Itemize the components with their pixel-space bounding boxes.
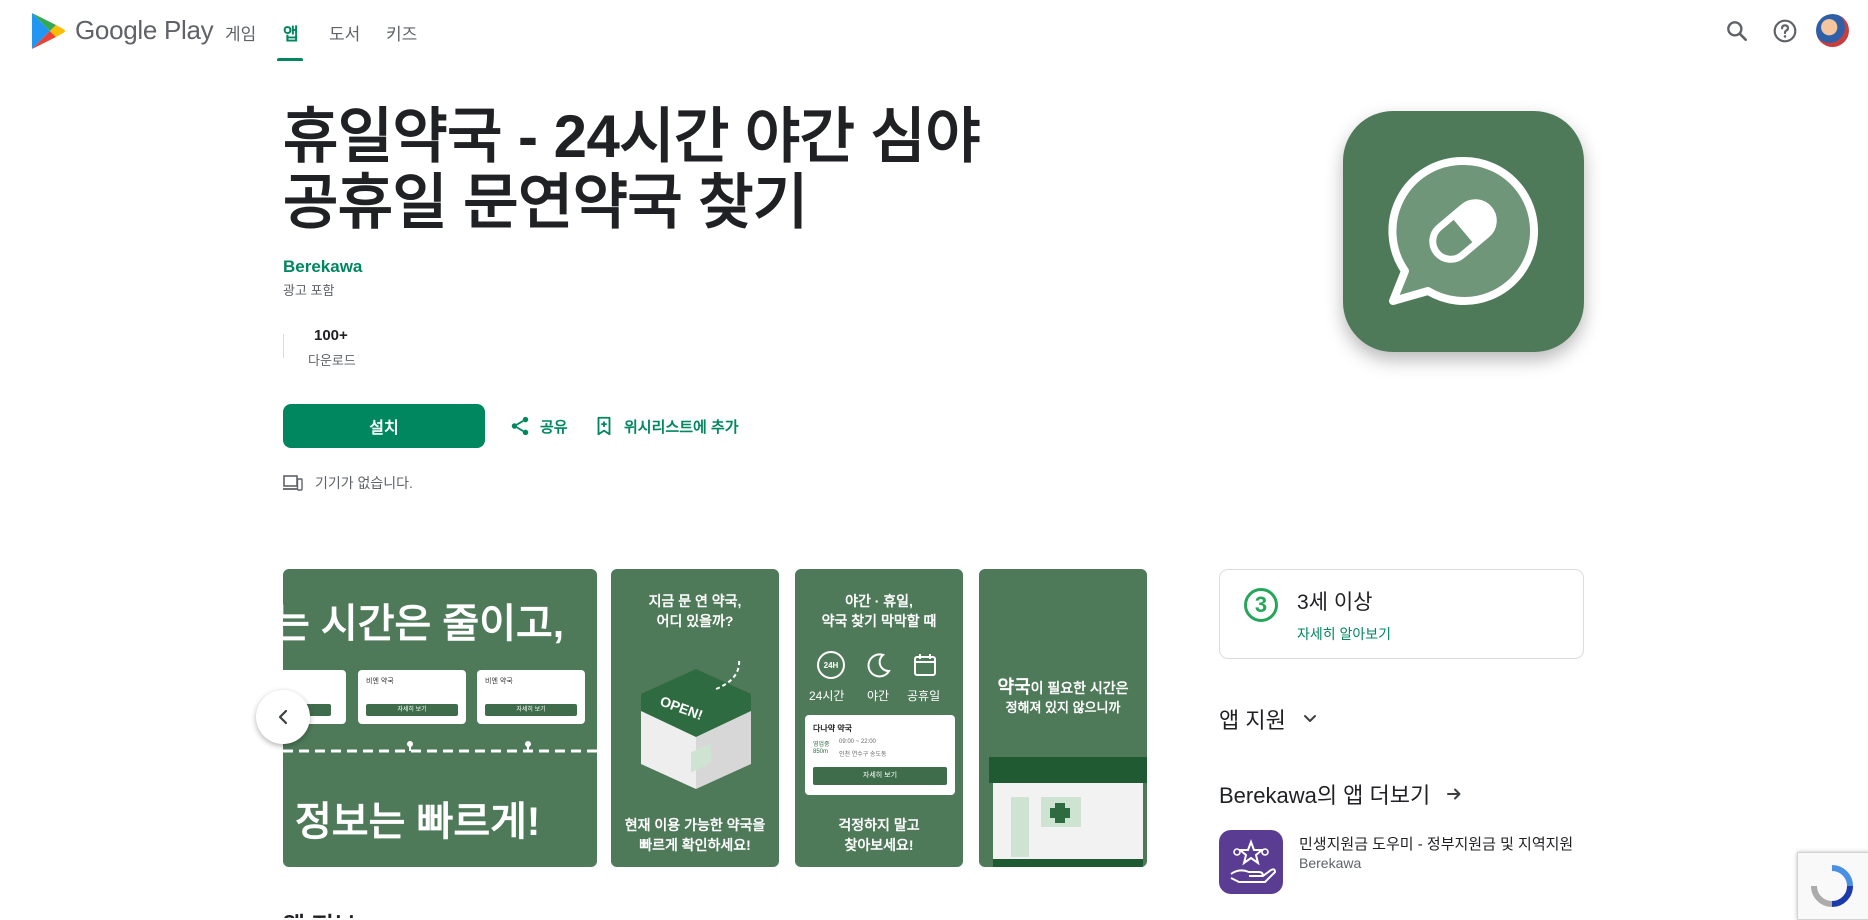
moon-icon [867, 653, 891, 678]
more-from-developer-link[interactable]: Berekawa의 앱 더보기 [1219, 778, 1464, 810]
shot3-feature-24h: 24시간 [809, 689, 845, 703]
shot1-card: 비엔 약국 자세히 보기 [477, 670, 585, 724]
downloads-label: 다운로드 [308, 353, 356, 368]
nav-kids[interactable]: 키즈 [386, 20, 417, 45]
related-app-developer: Berekawa [1299, 855, 1362, 871]
app-title-line2: 공휴일 문연약국 찾기 [283, 169, 808, 236]
shot3-card-title: 다나약 약국 [813, 724, 853, 733]
shot3-feature-night: 야간 [867, 689, 890, 703]
nav-books[interactable]: 도서 [329, 20, 360, 45]
shot1-card: 비엔 약국 자세히 보기 [358, 670, 466, 724]
app-title-line1: 휴일약국 - 24시간 야간 심야 [283, 103, 980, 170]
device-note-text: 기기가 없습니다. [315, 475, 413, 491]
content-rating-card: 3 3세 이상 자세히 알아보기 [1219, 569, 1584, 659]
shot1-headline: 는 시간은 줄이고, [283, 602, 564, 646]
nav-games[interactable]: 게임 [225, 20, 256, 45]
shot3-bottom-line1: 걱정하지 말고 [838, 817, 920, 833]
app-info-heading[interactable]: 앱 정보 [283, 906, 356, 918]
shot1-footer: 정보는 빠르게! [295, 800, 541, 844]
shot3-top-line1: 야간 · 휴일, [845, 593, 913, 609]
shot4-highlight: 약국 [997, 677, 1031, 697]
pill-chat-icon [1388, 156, 1539, 305]
shot2-top-line1: 지금 문 연 약국, [648, 593, 742, 609]
nav-apps[interactable]: 앱 [283, 20, 299, 45]
shot1-card-button: 자세히 보기 [485, 704, 577, 716]
recaptcha-icon [1811, 865, 1853, 907]
calendar-icon [914, 654, 936, 676]
install-button[interactable]: 설치 [283, 404, 485, 448]
recaptcha-badge[interactable] [1797, 852, 1868, 920]
shot2-bottom-line2: 빠르게 확인하세요! [639, 837, 751, 853]
developer-link[interactable]: Berekawa [283, 257, 362, 277]
account-avatar[interactable] [1816, 14, 1849, 47]
shot1-card-title: 비엔 약국 [485, 678, 513, 685]
shot3-top-line2: 약국 찾기 막막할 때 [821, 613, 937, 629]
screenshot-2[interactable]: 지금 문 연 약국, 어디 있을까? OPEN! 현재 이용 가능한 약국을 빠… [611, 569, 779, 867]
ads-note: 광고 포함 [283, 283, 335, 298]
wishlist-button[interactable]: 위시리스트에 추가 [593, 415, 739, 437]
downloads-value: 100+ [314, 327, 348, 344]
app-support-label: 앱 지원 [1219, 708, 1286, 733]
app-support-toggle[interactable]: 앱 지원 [1219, 703, 1320, 735]
age-rating-title: 3세 이상 [1297, 591, 1373, 614]
share-button[interactable]: 공유 [509, 415, 568, 437]
wishlist-label: 위시리스트에 추가 [624, 418, 739, 436]
age-rating-badge: 3 [1244, 588, 1278, 622]
app-title: 휴일약국 - 24시간 야간 심야 공휴일 문연약국 찾기 [283, 104, 1003, 236]
shot1-card-title: 비엔 약국 [366, 678, 394, 685]
more-from-developer-label: Berekawa의 앱 더보기 [1219, 783, 1431, 808]
stat-divider [283, 334, 284, 358]
learn-more-link[interactable]: 자세히 알아보기 [1297, 624, 1391, 644]
screenshot-carousel[interactable]: 는 시간은 줄이고, 비엔 약국 자세히 보기 비엔 약국 자세히 보기 정보는… [283, 569, 1147, 867]
shot3-card-distance: 850m [813, 749, 829, 755]
devices-icon [283, 475, 303, 491]
screenshot-4[interactable]: 약국이 필요한 시간은 정해져 있지 않으니까 [979, 569, 1147, 867]
shot3-card-address: 인천 연수구 송도동 [839, 752, 887, 758]
bookmark-add-icon [597, 416, 611, 436]
shot3-card-hours-label: 영업중 [813, 742, 830, 748]
brand-name[interactable]: Google Play [75, 15, 214, 46]
related-app-name: 민생지원금 도우미 - 정부지원금 및 지역지원 [1299, 836, 1574, 853]
shot3-card-hours: 09:00 ~ 22:00 [839, 739, 876, 745]
shot3-pharmacy-card: 다나약 약국 영업중 09:00 ~ 22:00 850m 인천 연수구 송도동… [805, 715, 955, 795]
top-bar: Google Play 게임 앱 도서 키즈 [0, 0, 1868, 62]
shot3-feature-holiday: 공휴일 [907, 689, 941, 703]
shot4-line2: 정해져 있지 않으니까 [1005, 700, 1121, 715]
shot1-card-button: 자세히 보기 [366, 704, 458, 716]
related-app-item[interactable]: 민생지원금 도우미 - 정부지원금 및 지역지원 Berekawa [1219, 830, 1589, 898]
shot2-top-line2: 어디 있을까? [656, 613, 734, 629]
google-play-logo-icon[interactable] [30, 11, 66, 51]
24h-icon: 24H [817, 651, 845, 679]
dashed-route-line [283, 741, 597, 753]
device-note: 기기가 없습니다. [283, 473, 413, 493]
active-tab-indicator [277, 58, 303, 61]
arrow-right-icon [1447, 788, 1461, 800]
app-icon [1343, 111, 1584, 352]
screenshot-3[interactable]: 야간 · 휴일, 약국 찾기 막막할 때 24H 24시간 야간 공휴일 다나약… [795, 569, 963, 867]
share-icon [511, 416, 529, 436]
help-icon[interactable] [1772, 18, 1798, 44]
pharmacy-storefront-illustration [989, 757, 1147, 867]
share-label: 공유 [540, 418, 568, 436]
hand-stars-icon [1230, 839, 1276, 883]
shot4-line1-rest: 이 필요한 시간은 [1030, 680, 1129, 696]
related-app-icon [1219, 830, 1283, 894]
shot4-line1: 약국이 필요한 시간은 [979, 673, 1147, 699]
chevron-left-icon [278, 709, 288, 725]
chevron-down-icon [1303, 715, 1316, 722]
shot2-bottom-line1: 현재 이용 가능한 약국을 [624, 817, 766, 833]
carousel-prev-button[interactable] [256, 690, 310, 744]
search-icon[interactable] [1724, 18, 1750, 44]
pharmacy-building-illustration: OPEN! [641, 658, 751, 789]
shot3-card-button: 자세히 보기 [813, 767, 947, 785]
screenshot-1[interactable]: 는 시간은 줄이고, 비엔 약국 자세히 보기 비엔 약국 자세히 보기 정보는… [283, 569, 597, 867]
shot3-bottom-line2: 찾아보세요! [844, 837, 914, 853]
